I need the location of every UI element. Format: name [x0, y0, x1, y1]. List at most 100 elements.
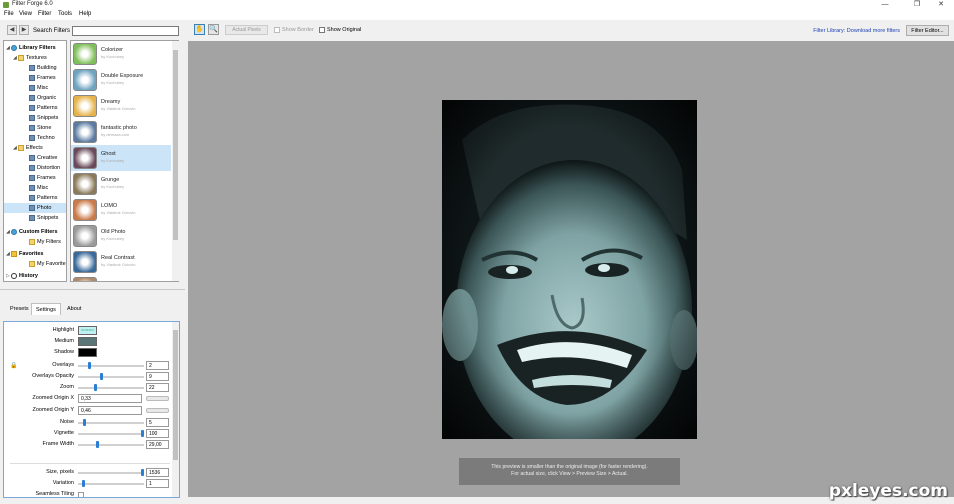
slider-track[interactable]: [78, 444, 144, 446]
filter-editor-button[interactable]: Filter Editor...: [906, 25, 949, 36]
menu-view[interactable]: View: [19, 11, 32, 17]
filter-list-item[interactable]: Real Contrast by Vladimir Golovin: [71, 249, 171, 275]
panel-splitter[interactable]: [0, 289, 185, 290]
filter-list-item[interactable]: Grunge by Kochubey: [71, 171, 171, 197]
medium-row: Medium: [4, 337, 174, 347]
filter-list-item[interactable]: fantastic photo by demaza.com: [71, 119, 171, 145]
menu-file[interactable]: File: [4, 11, 14, 17]
tree-item[interactable]: Techno: [4, 133, 66, 143]
show-original-checkbox[interactable]: [319, 27, 325, 33]
library-link[interactable]: Filter Library: Download more filters: [813, 28, 900, 34]
slider-handle[interactable]: [96, 441, 99, 448]
setting-value-input[interactable]: 9: [146, 372, 169, 381]
preview-image: [442, 100, 697, 439]
tree-item[interactable]: Frames: [4, 173, 66, 183]
setting-value-input[interactable]: 2: [146, 361, 169, 370]
hand-tool-icon[interactable]: ✋: [194, 24, 205, 35]
minimize-button[interactable]: —: [874, 0, 896, 10]
setting-value-input[interactable]: 1536: [146, 468, 169, 477]
tab-settings[interactable]: Settings: [31, 303, 61, 315]
slider-handle[interactable]: [141, 469, 144, 476]
menu-filter[interactable]: Filter: [38, 11, 51, 17]
tree-item[interactable]: Misc: [4, 83, 66, 93]
tree-item[interactable]: ◢ Favorites: [4, 249, 66, 259]
setting-value-input[interactable]: 5: [146, 418, 169, 427]
slider-handle[interactable]: [141, 430, 144, 437]
slider-track[interactable]: [78, 376, 144, 378]
tree-item[interactable]: Patterns: [4, 103, 66, 113]
slider-track[interactable]: [78, 483, 144, 485]
filter-list-item[interactable]: Dreamy by Vladimir Golovin: [71, 93, 171, 119]
tree-item[interactable]: Snippets: [4, 213, 66, 223]
filter-list-item[interactable]: Colorizer by Kochubey: [71, 41, 171, 67]
show-border-checkbox[interactable]: [274, 27, 280, 33]
filter-list[interactable]: Colorizer by Kochubey Double Exposure by Ko…: [70, 40, 179, 282]
settings-scroll-thumb[interactable]: [173, 330, 178, 460]
slider-handle[interactable]: [88, 362, 91, 369]
tree-item[interactable]: ◢ Textures: [4, 53, 66, 63]
slider-track[interactable]: [78, 387, 144, 389]
filter-list-item[interactable]: LOMO by Vladimir Golovin: [71, 197, 171, 223]
origin-picker-button[interactable]: [146, 396, 169, 401]
tree-item[interactable]: My Favorites: [4, 259, 66, 269]
tree-item[interactable]: Building: [4, 63, 66, 73]
slider-track[interactable]: [78, 433, 144, 435]
tree-item[interactable]: Photo: [4, 203, 66, 213]
tree-item[interactable]: ◢ Custom Filters: [4, 227, 66, 237]
tree-item[interactable]: ◢ Library Filters: [4, 43, 66, 53]
tree-item[interactable]: Frames: [4, 73, 66, 83]
filter-category-icon: [29, 194, 35, 201]
close-button[interactable]: ✕: [930, 0, 952, 10]
setting-value-input[interactable]: 100: [146, 429, 169, 438]
search-input[interactable]: [72, 26, 179, 36]
tree-item[interactable]: Misc: [4, 183, 66, 193]
forward-button[interactable]: ▶: [19, 25, 29, 35]
shadow-swatch[interactable]: [78, 348, 97, 357]
tree-item[interactable]: ◢ Effects: [4, 143, 66, 153]
setting-row: Overlays 2: [4, 361, 174, 371]
lock-icon[interactable]: 🔒: [10, 362, 17, 369]
setting-text-input[interactable]: 0,46: [78, 406, 142, 415]
filter-list-item[interactable]: Double Exposure by Kochubey: [71, 67, 171, 93]
tree-item[interactable]: ▷ History: [4, 271, 66, 281]
slider-track[interactable]: [78, 472, 144, 474]
tree-item[interactable]: Organic: [4, 93, 66, 103]
tree-item[interactable]: Stone: [4, 123, 66, 133]
tab-presets[interactable]: Presets: [6, 303, 33, 315]
actual-pixels-button[interactable]: Actual Pixels: [225, 25, 268, 35]
filter-category-tree[interactable]: ◢ Library Filters ◢ Textures Building Frames M…: [3, 40, 67, 282]
setting-text-input[interactable]: 0,33: [78, 394, 142, 403]
tree-item[interactable]: My Filters: [4, 237, 66, 247]
menu-help[interactable]: Help: [79, 11, 91, 17]
tree-item[interactable]: Patterns: [4, 193, 66, 203]
maximize-button[interactable]: ❐: [906, 0, 928, 10]
filter-author: by Vladimir Golovin: [101, 106, 136, 111]
slider-handle[interactable]: [82, 480, 85, 487]
tree-item-label: Effects: [26, 145, 43, 151]
filter-thumbnail: [73, 277, 97, 281]
filter-list-scroll-thumb[interactable]: [173, 50, 178, 240]
slider-track[interactable]: [78, 422, 144, 424]
setting-value-input[interactable]: 22: [146, 383, 169, 392]
slider-handle[interactable]: [83, 419, 86, 426]
tree-item[interactable]: Snippets: [4, 113, 66, 123]
menu-tools[interactable]: Tools: [58, 11, 72, 17]
filter-list-item[interactable]: Ghost by Kochubey: [71, 145, 171, 171]
filter-category-icon: [29, 214, 35, 221]
setting-value-input[interactable]: 1: [146, 479, 169, 488]
zoom-tool-icon[interactable]: 🔍: [208, 24, 219, 35]
slider-handle[interactable]: [100, 373, 103, 380]
origin-picker-button[interactable]: [146, 408, 169, 413]
setting-value-input[interactable]: 29,00: [146, 440, 169, 449]
filter-list-item[interactable]: Sepia: [71, 275, 171, 281]
medium-swatch[interactable]: [78, 337, 97, 346]
tree-item[interactable]: Creative: [4, 153, 66, 163]
seamless-checkbox[interactable]: [78, 492, 84, 497]
highlight-swatch[interactable]: #C0F0F0: [78, 326, 97, 335]
back-button[interactable]: ◀: [7, 25, 17, 35]
tree-item[interactable]: Distortion: [4, 163, 66, 173]
setting-row: Zoomed Origin X 0,33: [4, 394, 174, 404]
slider-handle[interactable]: [94, 384, 97, 391]
tab-about[interactable]: About: [63, 303, 85, 315]
filter-list-item[interactable]: Old Photo by Kochubey: [71, 223, 171, 249]
